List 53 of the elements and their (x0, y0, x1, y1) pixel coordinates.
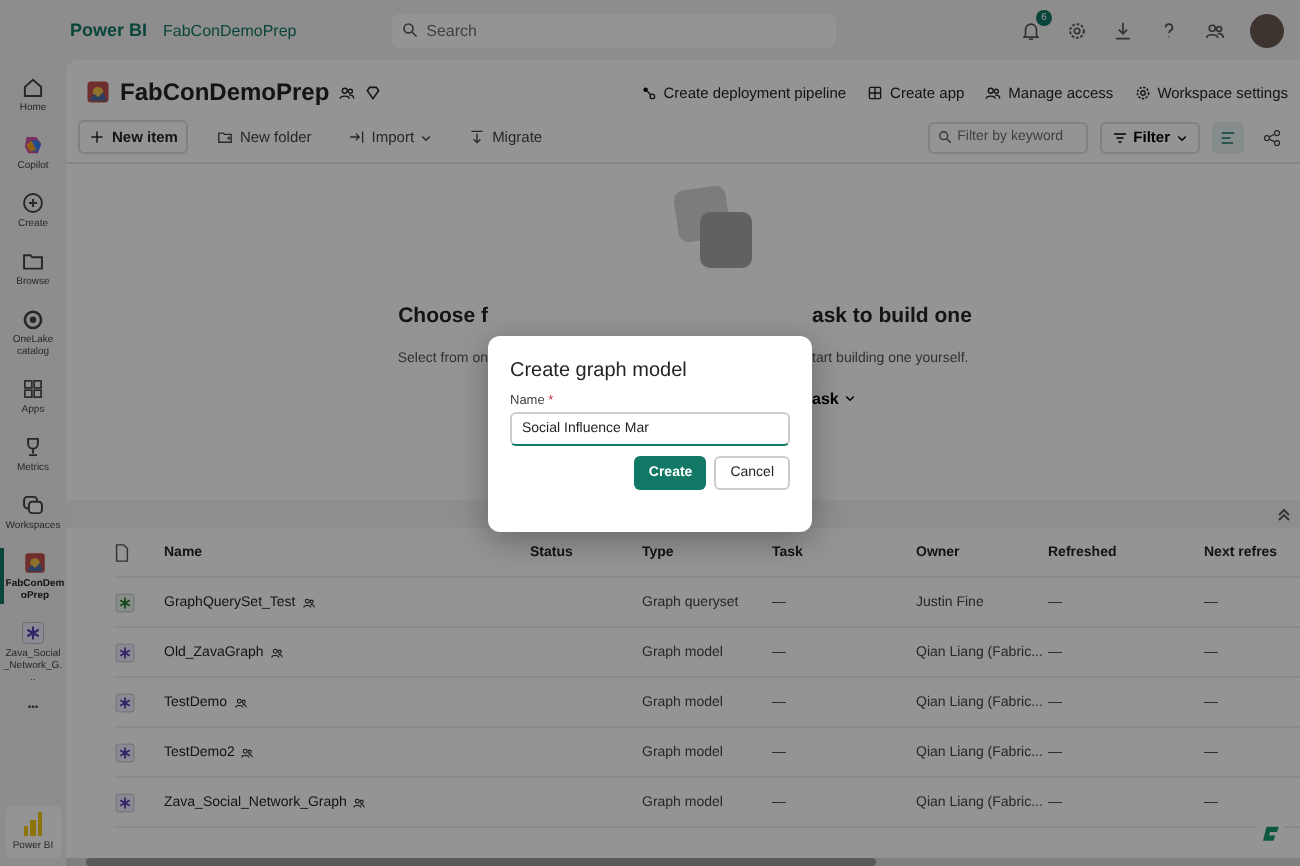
notification-icon[interactable] (1020, 19, 1042, 41)
graph-item-icon (114, 691, 136, 713)
group-icon (301, 595, 316, 609)
graph-icon (20, 620, 46, 646)
workspaces-icon (20, 492, 46, 518)
search-icon (937, 130, 952, 144)
home-icon (20, 74, 46, 100)
app-icon (866, 83, 885, 101)
people-icon (984, 83, 1003, 101)
graph-item-icon (114, 641, 136, 663)
search-icon (402, 22, 419, 38)
download-icon[interactable] (1112, 19, 1134, 41)
task-link[interactable]: ask (812, 380, 857, 416)
diamond-icon (363, 83, 382, 101)
apps-icon (20, 376, 46, 402)
bar-chart-icon (23, 812, 43, 836)
collapse-icon[interactable] (1276, 506, 1292, 522)
graph-item-icon (114, 791, 136, 813)
empty-heading-fragment: ask to build one (812, 304, 972, 332)
graph-item-icon (114, 741, 136, 763)
share-icon[interactable] (1204, 19, 1226, 41)
group-icon (352, 795, 367, 809)
create-icon (20, 190, 46, 216)
search-field[interactable]: Search (392, 13, 837, 47)
migrate-icon (468, 128, 487, 146)
empty-heading-fragment: Choose f (398, 304, 488, 332)
settings-icon[interactable] (1066, 19, 1088, 41)
caret-icon (1176, 131, 1188, 143)
group-icon (337, 83, 356, 101)
browse-icon (20, 248, 46, 274)
chevron-icon (844, 392, 857, 404)
brand-name[interactable]: Power BI (70, 20, 148, 40)
gear-icon (1133, 83, 1152, 101)
filter-icon (1111, 129, 1128, 145)
folder-icon (215, 128, 234, 146)
group-icon (240, 745, 255, 759)
workspace-title: FabConDemoPrep (120, 78, 330, 106)
import-icon (347, 128, 366, 146)
breadcrumb-link[interactable]: FabConDemoPrep (163, 21, 297, 39)
view-toggle[interactable] (1212, 121, 1244, 153)
workspace-icon (22, 550, 48, 576)
graph-item-icon (114, 591, 136, 613)
user-avatar[interactable] (1250, 13, 1284, 47)
file-icon (114, 543, 130, 561)
group-icon (233, 695, 248, 709)
stacked-cards-drawing (671, 184, 755, 272)
dialog-title: Create graph model (510, 360, 689, 382)
nodes-icon (1262, 127, 1282, 147)
list-icon (1218, 127, 1238, 147)
group-icon (269, 645, 284, 659)
workspace-logo-icon (84, 78, 112, 106)
plus-icon (88, 128, 106, 146)
pipeline-icon (639, 83, 658, 101)
